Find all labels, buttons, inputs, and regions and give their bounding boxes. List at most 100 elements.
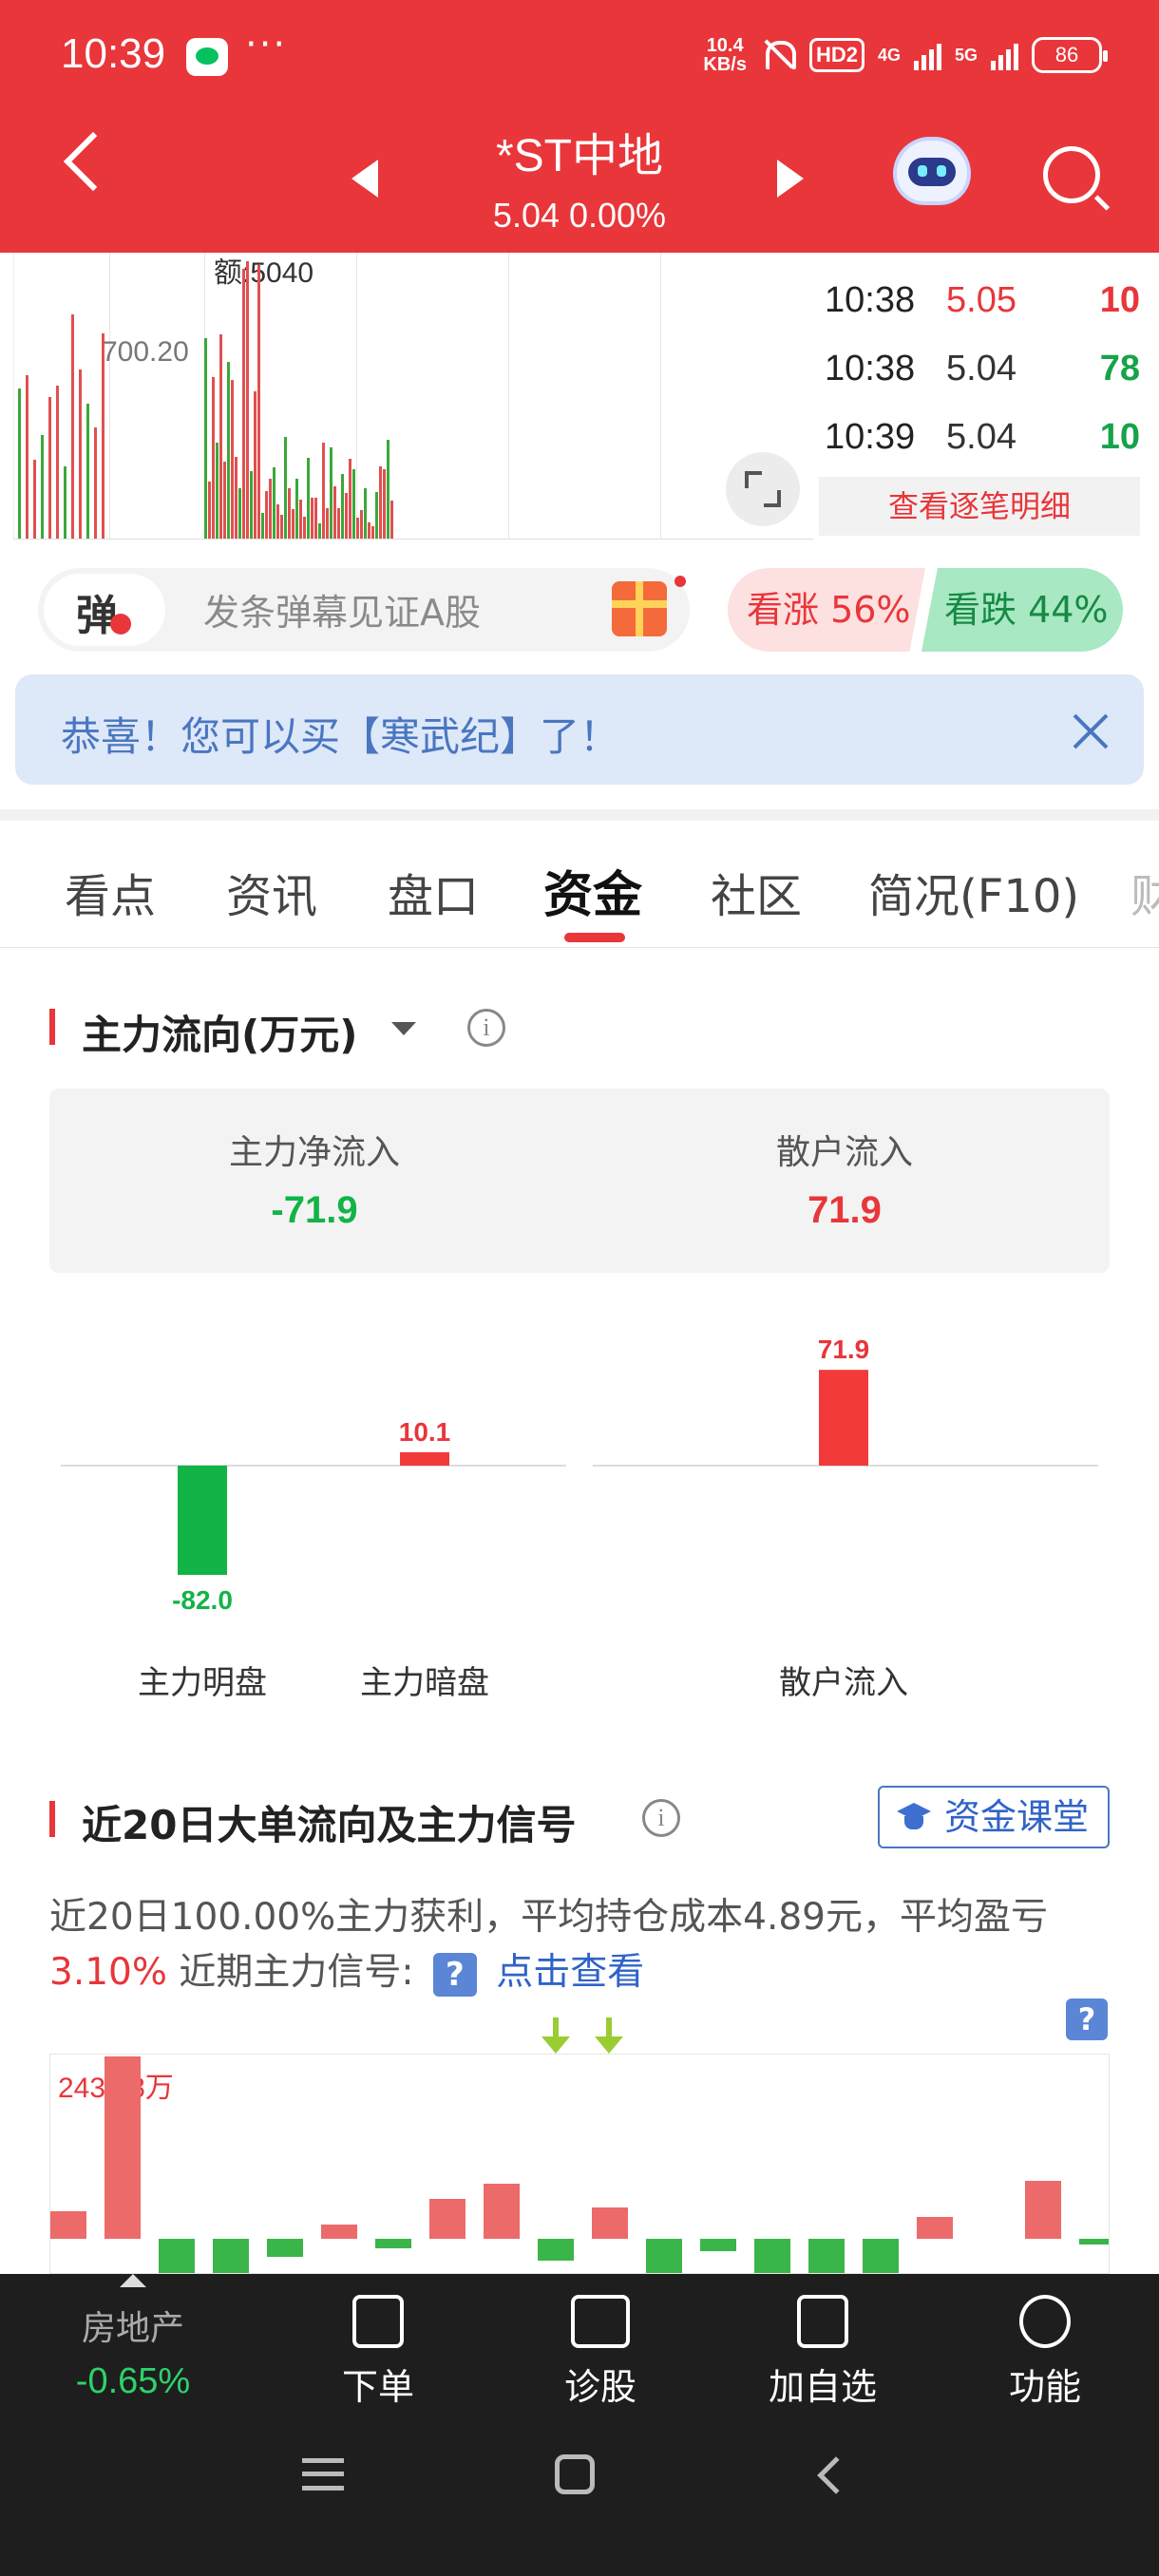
volume-level-label: 700.20 bbox=[102, 336, 189, 368]
daily-flow-bar bbox=[700, 2239, 736, 2252]
view-signal-link[interactable]: 点击查看 bbox=[496, 1951, 644, 1994]
gift-icon[interactable] bbox=[612, 581, 667, 636]
volume-bar bbox=[231, 380, 234, 539]
signal-5g-icon bbox=[991, 40, 1018, 70]
flow-summary-box: 主力净流入 -71.9 散户流入 71.9 bbox=[49, 1089, 1110, 1273]
ai-assistant-robot-icon[interactable] bbox=[893, 137, 971, 205]
daily-flow-bar bbox=[50, 2211, 86, 2239]
help-icon[interactable]: ? bbox=[432, 1952, 477, 1997]
vote-bearish-button[interactable]: 看跌 44% bbox=[922, 568, 1123, 652]
retail-inflow-value: 71.9 bbox=[808, 1189, 882, 1231]
volume-bar bbox=[303, 517, 306, 539]
tick-time: 10:38 bbox=[825, 348, 916, 388]
function-menu-icon bbox=[1019, 2295, 1071, 2348]
vote-bullish-button[interactable]: 看涨 56% bbox=[728, 568, 925, 652]
volume-bar bbox=[276, 504, 279, 539]
order-button[interactable]: 下单 bbox=[283, 2295, 473, 2410]
volume-bar bbox=[345, 493, 348, 539]
volume-bar bbox=[330, 447, 332, 539]
tick-row: 10:38 5.05 10 bbox=[817, 266, 1146, 334]
view-tick-details-button[interactable]: 查看逐笔明细 bbox=[819, 477, 1140, 536]
volume-bar bbox=[79, 369, 82, 539]
system-nav-bar bbox=[0, 2432, 1159, 2576]
daily-flow-bar bbox=[1079, 2239, 1109, 2245]
danmu-toggle[interactable]: 弹 bbox=[44, 574, 165, 646]
danmu-input-bar[interactable]: 弹 发条弹幕见证A股 bbox=[38, 568, 690, 652]
tick-volume: 10 bbox=[1099, 279, 1140, 320]
volume-bar bbox=[212, 377, 215, 539]
net-speed-value: 10.4 bbox=[706, 35, 744, 56]
sector-info[interactable]: 房地产 -0.65% bbox=[38, 2274, 228, 2402]
volume-bar bbox=[246, 261, 249, 539]
volume-bar bbox=[292, 509, 294, 539]
signal-arrow-icon bbox=[542, 2017, 570, 2055]
volume-bar bbox=[235, 457, 238, 539]
add-watchlist-icon bbox=[797, 2295, 848, 2348]
flow-bar-value-label: 71.9 bbox=[818, 1335, 870, 1364]
danmu-placeholder[interactable]: 发条弹幕见证A股 bbox=[203, 583, 481, 635]
flow-bar bbox=[178, 1466, 227, 1575]
volume-bar bbox=[71, 314, 74, 539]
diagnose-button[interactable]: 诊股 bbox=[505, 2295, 695, 2410]
volume-bar bbox=[208, 482, 211, 539]
add-watchlist-button[interactable]: 加自选 bbox=[728, 2295, 918, 2410]
tab-finance[interactable]: 财 bbox=[1130, 859, 1159, 925]
tab-orderbook[interactable]: 盘口 bbox=[388, 859, 479, 925]
tab-community[interactable]: 社区 bbox=[711, 859, 802, 925]
volume-bar bbox=[48, 397, 51, 539]
info-icon[interactable]: i bbox=[467, 1009, 505, 1047]
volume-bar bbox=[352, 469, 355, 539]
flow-bar bbox=[400, 1451, 449, 1466]
net-inflow-label: 主力净流入 bbox=[228, 1133, 400, 1172]
next-stock-icon[interactable] bbox=[777, 160, 804, 198]
battery-icon: 86 bbox=[1032, 37, 1108, 73]
volume-bar bbox=[41, 435, 44, 539]
order-label: 下单 bbox=[341, 2366, 414, 2408]
volume-bar bbox=[273, 467, 276, 539]
volume-bar bbox=[265, 491, 268, 539]
volume-bar bbox=[383, 469, 386, 539]
expand-chart-icon[interactable] bbox=[726, 452, 800, 526]
net-4g-label: 4G bbox=[877, 46, 901, 65]
search-icon[interactable] bbox=[1043, 146, 1100, 203]
close-icon[interactable] bbox=[1070, 710, 1112, 752]
more-notifications-icon: ··· bbox=[245, 23, 288, 66]
active-tab-indicator bbox=[564, 933, 625, 942]
section-marker bbox=[49, 1801, 55, 1837]
tab-f10[interactable]: 简况(F10) bbox=[868, 859, 1079, 925]
volume-bar bbox=[356, 518, 359, 539]
volume-bar bbox=[379, 466, 382, 539]
home-icon[interactable] bbox=[555, 2454, 595, 2494]
volume-bar bbox=[349, 459, 352, 539]
tab-news[interactable]: 资讯 bbox=[226, 859, 317, 925]
daily-flow-bar bbox=[484, 2184, 520, 2239]
flow-bar-value-label: -82.0 bbox=[172, 1585, 233, 1615]
daily-flow-bar bbox=[104, 2056, 141, 2239]
funds-course-button[interactable]: 资金课堂 bbox=[878, 1786, 1110, 1848]
info-icon[interactable]: i bbox=[642, 1799, 680, 1837]
volume-bar bbox=[341, 474, 344, 539]
daily-flow-bar bbox=[917, 2216, 953, 2239]
volume-bar bbox=[299, 500, 302, 539]
function-button[interactable]: 功能 bbox=[950, 2295, 1140, 2410]
tick-time: 10:39 bbox=[825, 416, 916, 457]
flow-category-label: 散户流入 bbox=[779, 1664, 908, 1702]
intraday-mini-chart[interactable]: 额:5040 700.20 bbox=[13, 253, 813, 540]
volume-bar bbox=[257, 265, 260, 539]
main-flow-title[interactable]: 主力流向(万元) bbox=[82, 1003, 357, 1061]
volume-bar bbox=[375, 492, 378, 539]
volume-bar bbox=[254, 391, 256, 539]
twenty-day-flow-chart[interactable]: 2439.8万 bbox=[49, 2054, 1110, 2274]
help-icon[interactable]: ? bbox=[1066, 1998, 1108, 2040]
volume-bar bbox=[295, 479, 298, 539]
dropdown-icon[interactable] bbox=[391, 1022, 416, 1035]
tab-highlights[interactable]: 看点 bbox=[65, 859, 156, 925]
tab-funds[interactable]: 资金 bbox=[543, 855, 642, 926]
recent-apps-icon[interactable] bbox=[302, 2458, 344, 2491]
volume-bar bbox=[86, 404, 89, 539]
stock-name: *ST中地 bbox=[495, 131, 664, 181]
sector-name: 房地产 bbox=[81, 2309, 184, 2348]
system-back-icon[interactable] bbox=[817, 2456, 855, 2494]
daily-flow-bar bbox=[159, 2239, 195, 2273]
daily-flow-bar bbox=[646, 2239, 682, 2273]
